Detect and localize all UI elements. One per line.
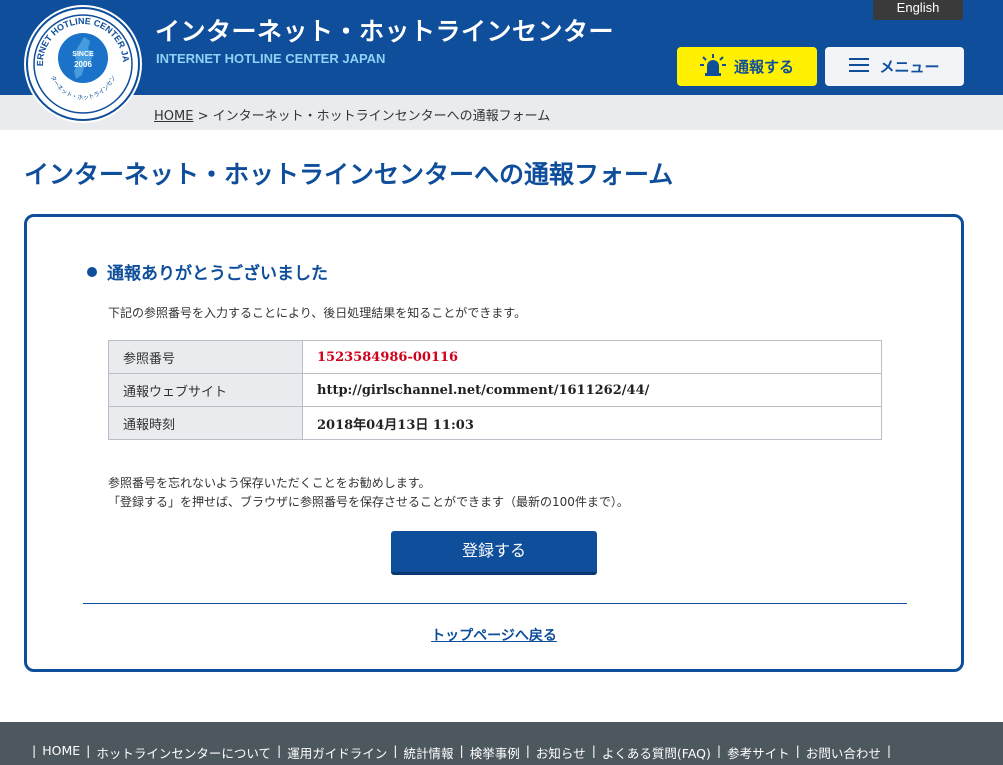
- back-to-top-link[interactable]: トップページへ戻る: [27, 625, 961, 645]
- reference-number: 1523584986-00116: [302, 340, 882, 374]
- bullet-icon: [87, 266, 97, 277]
- table-row: 通報時刻 2018年04月13日 11:03: [108, 406, 882, 440]
- footer-separator: |: [886, 743, 892, 758]
- page-title: インターネット・ホットラインセンターへの通報フォーム: [24, 160, 674, 189]
- report-button[interactable]: 通報する: [677, 47, 817, 86]
- footer-link-reference[interactable]: 参考サイト: [727, 743, 790, 762]
- table-row: 参照番号 1523584986-00116: [108, 340, 882, 374]
- siren-icon: [699, 53, 726, 80]
- footer-link-home[interactable]: HOME: [42, 743, 80, 762]
- site-header: インターネット・ホットラインセンター INTERNET HOTLINE CENT…: [0, 0, 1003, 95]
- footer-separator: |: [591, 743, 596, 758]
- footer-link-about[interactable]: ホットラインセンターについて: [96, 743, 271, 762]
- breadcrumb-separator: >: [197, 109, 209, 124]
- save-note-line-1: 参照番号を忘れないよう保存いただくことをお勧めします。: [108, 476, 431, 490]
- footer-separator: |: [459, 743, 464, 758]
- footer-separator: |: [716, 743, 722, 758]
- logo-since: SINCE: [72, 51, 94, 58]
- hamburger-icon: [849, 57, 870, 77]
- footer-link-guideline[interactable]: 運用ガイドライン: [287, 743, 387, 762]
- breadcrumb: HOME > インターネット・ホットラインセンターへの通報フォーム: [154, 105, 550, 124]
- footer-link-statistics[interactable]: 統計情報: [403, 743, 453, 762]
- site-logo[interactable]: INTERNET HOTLINE CENTER JAPAN インターネット・ホッ…: [24, 5, 142, 123]
- intro-text: 下記の参照番号を入力することにより、後日処理結果を知ることができます。: [108, 306, 527, 320]
- footer-separator: |: [795, 743, 800, 758]
- footer-separator: |: [393, 743, 398, 758]
- report-time: 2018年04月13日 11:03: [302, 406, 882, 440]
- table-row: 通報ウェブサイト http://girlschannel.net/comment…: [108, 373, 882, 407]
- completion-panel: 通報ありがとうございました 下記の参照番号を入力することにより、後日処理結果を知…: [24, 214, 964, 672]
- section-heading-text: 通報ありがとうございました: [107, 264, 328, 284]
- footer-separator: |: [32, 743, 37, 758]
- row-label: 通報ウェブサイト: [108, 373, 303, 407]
- site-title[interactable]: インターネット・ホットラインセンター: [155, 12, 614, 48]
- menu-button-label: メニュー: [879, 58, 940, 76]
- footer-link-cases[interactable]: 検挙事例: [470, 743, 520, 762]
- menu-button[interactable]: メニュー: [825, 47, 964, 86]
- register-button[interactable]: 登録する: [391, 531, 597, 575]
- footer-link-news[interactable]: お知らせ: [536, 743, 586, 762]
- breadcrumb-home-link[interactable]: HOME: [154, 109, 193, 124]
- footer-separator: |: [86, 743, 91, 758]
- site-subtitle: INTERNET HOTLINE CENTER JAPAN: [156, 51, 386, 66]
- logo-year: 2006: [74, 60, 92, 69]
- footer-separator: |: [525, 743, 530, 758]
- row-label: 参照番号: [108, 340, 303, 374]
- divider: [83, 603, 907, 604]
- footer-link-faq[interactable]: よくある質問(FAQ): [602, 743, 711, 762]
- breadcrumb-current: インターネット・ホットラインセンターへの通報フォーム: [212, 109, 551, 124]
- report-info-table: 参照番号 1523584986-00116 通報ウェブサイト http://gi…: [108, 340, 882, 440]
- footer-link-contact[interactable]: お問い合わせ: [806, 743, 881, 762]
- section-heading: 通報ありがとうございました: [87, 259, 328, 284]
- breadcrumb-bar: HOME > インターネット・ホットラインセンターへの通報フォーム: [0, 95, 1003, 130]
- footer-separator: |: [277, 743, 282, 758]
- report-button-label: 通報する: [733, 58, 794, 76]
- footer-nav: | HOME | ホットラインセンターについて | 運用ガイドライン | 統計情…: [26, 743, 897, 762]
- row-label: 通報時刻: [108, 406, 303, 440]
- save-note: 参照番号を忘れないよう保存いただくことをお勧めします。 「登録する」を押せば、ブ…: [108, 474, 629, 512]
- site-footer: | HOME | ホットラインセンターについて | 運用ガイドライン | 統計情…: [0, 722, 1003, 765]
- save-note-line-2: 「登録する」を押せば、ブラウザに参照番号を保存させることができます（最新の100…: [108, 495, 629, 509]
- reported-website: http://girlschannel.net/comment/1611262/…: [302, 373, 882, 407]
- english-button[interactable]: English: [873, 0, 963, 20]
